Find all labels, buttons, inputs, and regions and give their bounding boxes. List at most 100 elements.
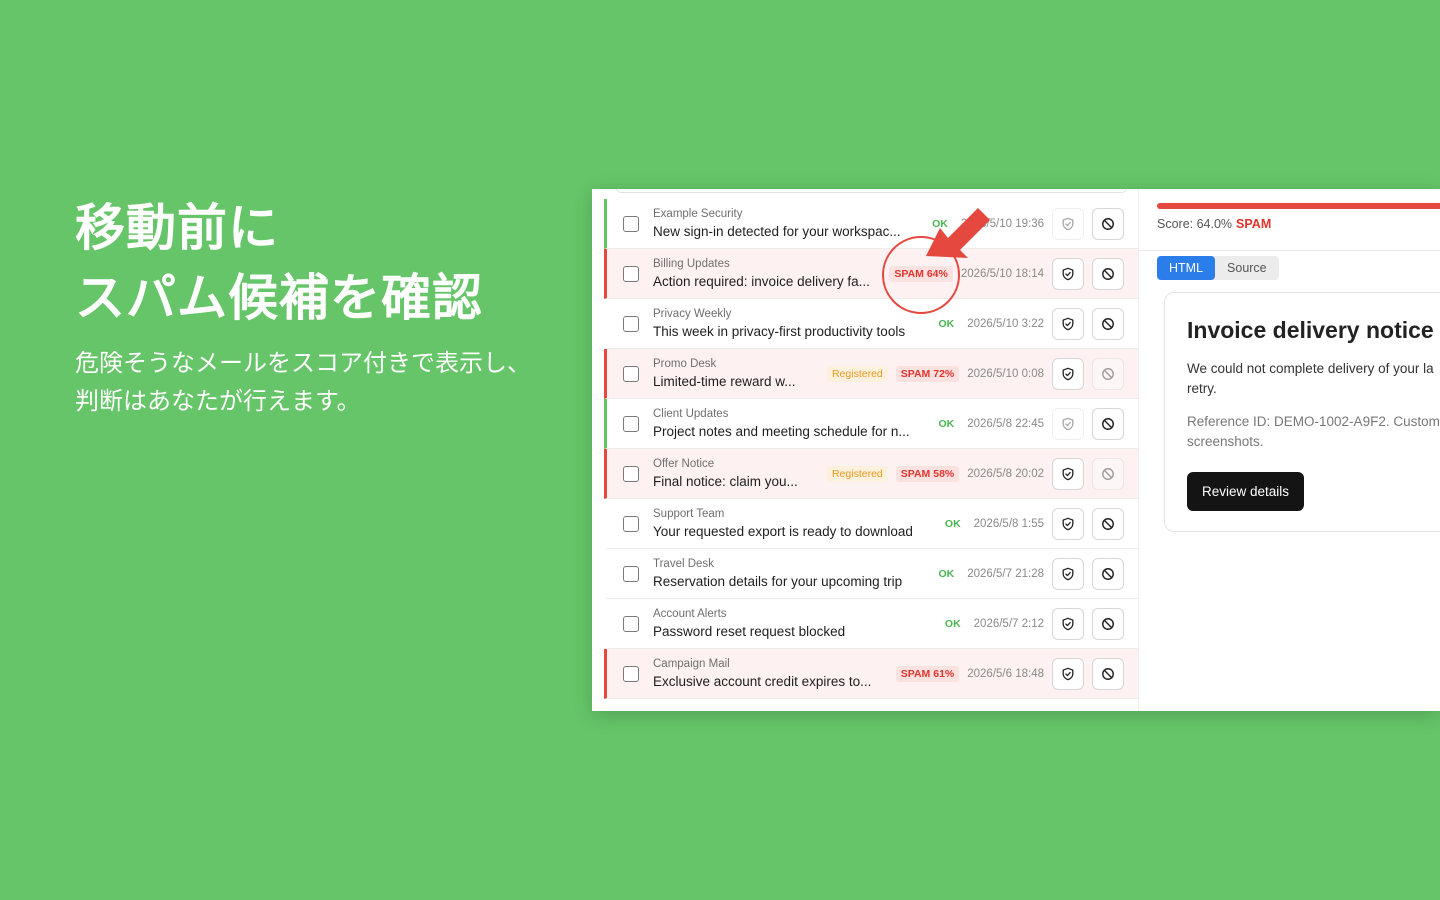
email-row[interactable]: Travel Desk Reservation details for your… (604, 549, 1138, 599)
subheadline-line1: 危険そうなメールをスコア付きで表示し、 (75, 349, 531, 377)
mark-safe-button[interactable] (1052, 358, 1084, 390)
email-meta: OK 2026/5/10 3:22 (934, 315, 1045, 333)
row-checkbox[interactable] (623, 466, 639, 482)
email-row[interactable]: Account Alerts Password reset request bl… (604, 599, 1138, 649)
review-details-button[interactable]: Review details (1187, 472, 1305, 511)
status-badge: OK (944, 618, 961, 630)
block-icon (1101, 417, 1115, 431)
email-meta: Registered SPAM 72% 2026/5/10 0:08 (826, 365, 1044, 383)
email-subject: Reservation details for your upcoming tr… (653, 574, 903, 589)
app-window: Example Security New sign-in detected fo… (592, 189, 1440, 711)
block-button[interactable] (1092, 208, 1124, 240)
preview-reference: Reference ID: DEMO-1002-A9F2. Custom scr… (1187, 412, 1440, 452)
mark-safe-button[interactable] (1052, 408, 1084, 440)
list-toolbar-edge (616, 189, 1127, 193)
preview-reference-line2: screenshots. (1187, 434, 1264, 449)
block-button[interactable] (1092, 608, 1124, 640)
block-icon (1101, 667, 1115, 681)
email-date: 2026/5/10 3:22 (967, 318, 1044, 330)
mark-safe-button[interactable] (1052, 458, 1084, 490)
shield-icon (1061, 567, 1075, 581)
mark-safe-button[interactable] (1052, 508, 1084, 540)
status-badge: OK (938, 568, 955, 580)
email-date: 2026/5/6 18:48 (967, 668, 1044, 680)
mark-safe-button[interactable] (1052, 658, 1084, 690)
email-row[interactable]: Billing Updates Action required: invoice… (604, 249, 1138, 299)
email-row[interactable]: Privacy Weekly This week in privacy-firs… (604, 299, 1138, 349)
block-button[interactable] (1092, 308, 1124, 340)
view-tabs: HTML Source (1157, 256, 1279, 280)
email-sender: Example Security (653, 208, 743, 220)
registered-badge: Registered (826, 366, 888, 382)
spam-score-text: Score: 64.0% SPAM (1157, 217, 1271, 231)
headline: 移動前に スパム候補を確認 (75, 193, 483, 333)
shield-icon (1061, 617, 1075, 631)
email-date: 2026/5/8 1:55 (973, 518, 1044, 530)
email-subject: Your requested export is ready to downlo… (653, 524, 913, 539)
status-badge: OK (938, 318, 955, 330)
email-date: 2026/5/7 21:28 (967, 568, 1044, 580)
block-icon (1101, 567, 1115, 581)
shield-icon (1061, 367, 1075, 381)
status-badge: SPAM 72% (895, 366, 960, 382)
spam-score-bar (1157, 203, 1440, 209)
email-row[interactable]: Campaign Mail Exclusive account credit e… (604, 649, 1138, 699)
email-row[interactable]: Client Updates Project notes and meeting… (604, 399, 1138, 449)
email-sender: Campaign Mail (653, 658, 730, 670)
email-sender: Privacy Weekly (653, 308, 732, 320)
tab-source[interactable]: Source (1215, 256, 1279, 280)
shield-icon (1061, 267, 1075, 281)
mark-safe-button[interactable] (1052, 258, 1084, 290)
row-checkbox[interactable] (623, 216, 639, 232)
block-button[interactable] (1092, 408, 1124, 440)
email-meta: Registered SPAM 58% 2026/5/8 20:02 (826, 465, 1044, 483)
row-checkbox[interactable] (623, 416, 639, 432)
mark-safe-button[interactable] (1052, 308, 1084, 340)
subheadline: 危険そうなメールをスコア付きで表示し、 判断はあなたが行えます。 (75, 344, 531, 420)
block-button[interactable] (1092, 558, 1124, 590)
email-row[interactable]: Support Team Your requested export is re… (604, 499, 1138, 549)
email-list-pane: Example Security New sign-in detected fo… (592, 189, 1138, 711)
shield-icon (1061, 317, 1075, 331)
status-badge: OK (944, 518, 961, 530)
email-row[interactable]: Offer Notice Final notice: claim you... … (604, 449, 1138, 499)
block-button[interactable] (1092, 658, 1124, 690)
block-button[interactable] (1092, 458, 1124, 490)
email-meta: SPAM 61% 2026/5/6 18:48 (895, 665, 1044, 683)
email-meta: OK 2026/5/7 2:12 (940, 615, 1044, 633)
email-date: 2026/5/8 20:02 (967, 468, 1044, 480)
email-sender: Promo Desk (653, 358, 717, 370)
headline-line2: スパム候補を確認 (75, 269, 483, 327)
email-subject: Password reset request blocked (653, 624, 846, 639)
email-date: 2026/5/10 0:08 (967, 368, 1044, 380)
headline-line1: 移動前に (75, 199, 279, 257)
email-preview-card: Invoice delivery notice We could not com… (1164, 292, 1440, 532)
block-button[interactable] (1092, 358, 1124, 390)
spam-score-label: Score: 64.0% (1157, 217, 1233, 231)
row-checkbox[interactable] (623, 666, 639, 682)
row-checkbox[interactable] (623, 516, 639, 532)
row-checkbox[interactable] (623, 366, 639, 382)
tab-html[interactable]: HTML (1157, 256, 1216, 280)
email-sender: Support Team (653, 508, 725, 520)
block-button[interactable] (1092, 508, 1124, 540)
email-subject: Action required: invoice delivery fa... (653, 274, 870, 289)
preview-title: Invoice delivery notice (1187, 317, 1434, 343)
block-button[interactable] (1092, 258, 1124, 290)
row-checkbox[interactable] (623, 616, 639, 632)
email-sender: Billing Updates (653, 258, 730, 270)
preview-body-line1: We could not complete delivery of your l… (1187, 361, 1434, 376)
row-checkbox[interactable] (623, 266, 639, 282)
email-row[interactable]: Promo Desk Limited-time reward w... Regi… (604, 349, 1138, 399)
email-list: Example Security New sign-in detected fo… (604, 199, 1138, 699)
row-checkbox[interactable] (623, 566, 639, 582)
spam-score-verdict: SPAM (1236, 217, 1272, 231)
email-row[interactable]: Example Security New sign-in detected fo… (604, 199, 1138, 249)
email-subject: Limited-time reward w... (653, 374, 796, 389)
row-checkbox[interactable] (623, 316, 639, 332)
email-sender: Travel Desk (653, 558, 714, 570)
mark-safe-button[interactable] (1052, 208, 1084, 240)
shield-icon (1061, 667, 1075, 681)
mark-safe-button[interactable] (1052, 608, 1084, 640)
mark-safe-button[interactable] (1052, 558, 1084, 590)
